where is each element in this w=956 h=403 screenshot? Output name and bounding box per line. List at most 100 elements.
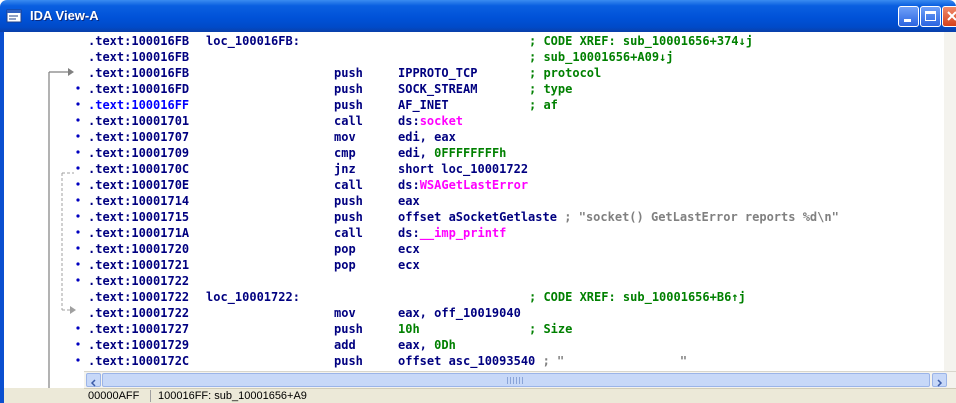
instruction-operand: ecx <box>398 258 420 272</box>
instruction-operand: ds: <box>398 178 420 192</box>
line-comment: ; protocol <box>529 66 602 80</box>
line-address: .text:1000170C <box>88 162 190 176</box>
listing-line[interactable]: .text:10001707 mov edi, eax <box>88 129 938 145</box>
instruction-operand: short loc_10001722 <box>398 162 529 176</box>
listing-line[interactable]: .text:100016FD push SOCK_STREAM ; type <box>88 81 938 97</box>
status-separator <box>150 390 151 402</box>
instruction-operand: ds: <box>398 226 420 240</box>
listing-line[interactable]: .text:100016FB loc_100016FB: ; CODE XREF: … <box>88 33 938 49</box>
ida-view-icon <box>6 8 22 24</box>
import-name[interactable]: socket <box>420 113 463 129</box>
line-address: .text:10001727 <box>88 322 190 336</box>
horizontal-scroll-thumb[interactable] <box>102 373 930 387</box>
close-icon <box>947 11 956 21</box>
listing-line[interactable]: .text:1000171A call ds: __imp_printf <box>88 225 938 241</box>
line-comment: ; CODE XREF: sub_10001656+374↓j <box>529 34 753 48</box>
window-title: IDA View-A <box>30 8 99 23</box>
import-name[interactable]: __imp_printf <box>420 225 507 241</box>
line-address: .text:10001707 <box>88 130 190 144</box>
line-address: .text:10001722 <box>88 274 190 288</box>
line-address: .text:10001720 <box>88 242 190 256</box>
listing-line[interactable]: .text:10001722 mov eax, off_10019040 <box>88 305 938 321</box>
instruction-mnemonic: jnz <box>334 162 356 176</box>
line-comment: ; type <box>529 82 573 96</box>
instruction-mnemonic: push <box>334 82 363 96</box>
line-address: .text:1000171A <box>88 226 190 240</box>
instruction-operand: SOCK_STREAM <box>398 82 478 96</box>
listing-line[interactable]: .text:10001727 push 10h ; Size <box>88 321 938 337</box>
line-address: .text:10001721 <box>88 258 190 272</box>
close-button[interactable] <box>942 6 956 27</box>
listing-line[interactable]: .text:10001715 push offset aSocketGetlaste… <box>88 209 938 225</box>
instruction-operand: ecx <box>398 242 420 256</box>
line-address: .text:10001714 <box>88 194 190 208</box>
line-address: .text:10001729 <box>88 338 190 352</box>
instruction-mnemonic: push <box>334 66 363 80</box>
line-address: .text:10001709 <box>88 146 190 160</box>
line-address: .text:100016FB <box>88 50 190 64</box>
listing-line[interactable]: .text:10001720 pop ecx <box>88 241 938 257</box>
instruction-mnemonic: pop <box>334 258 356 272</box>
code-label[interactable]: loc_100016FB: <box>206 33 300 49</box>
instruction-operand: edi, eax <box>398 130 456 144</box>
line-comment: ; af <box>529 98 558 112</box>
status-file-offset: 00000AFF <box>88 390 140 402</box>
line-address: .text:10001715 <box>88 210 190 224</box>
listing-line[interactable]: .text:10001709 cmp edi, 0FFFFFFFFh <box>88 145 938 161</box>
listing-line[interactable]: .text:1000170E call ds: WSAGetLastError <box>88 177 938 193</box>
grip-icon <box>507 377 525 384</box>
instruction-mnemonic: push <box>334 354 363 368</box>
line-address: .text:10001722 <box>88 290 190 304</box>
line-address: .text:100016FB <box>88 66 190 80</box>
instruction-mnemonic: push <box>334 210 363 224</box>
instruction-mnemonic: add <box>334 338 356 352</box>
instruction-mnemonic: cmp <box>334 146 356 160</box>
code-label[interactable]: loc_10001722: <box>206 289 300 305</box>
maximize-icon <box>925 11 936 21</box>
title-bar[interactable]: IDA View-A <box>0 0 956 32</box>
flow-arrows <box>48 68 80 388</box>
listing-line[interactable]: .text:10001729 add eax, 0Dh <box>88 337 938 353</box>
listing-line[interactable]: .text:10001722 <box>88 273 938 289</box>
instruction-mnemonic: pop <box>334 242 356 256</box>
listing-line[interactable]: .text:10001714 push eax <box>88 193 938 209</box>
disassembly-listing[interactable]: .text:100016FB loc_100016FB: ; CODE XREF: … <box>84 32 944 371</box>
status-location: 100016FF: sub_10001656+A9 <box>158 390 307 402</box>
instruction-operand: offset asc_10093540 <box>398 354 536 368</box>
line-address: .text:100016FD <box>88 82 190 96</box>
listing-line[interactable]: .text:10001701 call ds: socket <box>88 113 938 129</box>
instruction-operand: eax <box>398 194 420 208</box>
listing-line[interactable]: .text:10001722 loc_10001722: ; CODE XREF: … <box>88 289 938 305</box>
line-address: .text:10001722 <box>88 306 190 320</box>
listing-line[interactable]: .text:100016FF push AF_INET ; af <box>88 97 938 113</box>
instruction-operand: ds: <box>398 114 420 128</box>
listing-line[interactable]: .text:100016FB push IPPROTO_TCP ; protocol <box>88 65 938 81</box>
import-name[interactable]: WSAGetLastError <box>420 177 528 193</box>
listing-line[interactable]: .text:100016FB ; sub_10001656+A09↓j <box>88 49 938 65</box>
line-address: .text:100016FF <box>88 98 190 112</box>
instruction-operand: offset aSocketGetlaste <box>398 210 557 224</box>
line-comment: ; "socket() GetLastError reports %d\n" <box>564 210 839 224</box>
maximize-button[interactable] <box>920 6 941 27</box>
horizontal-scrollbar[interactable] <box>84 371 956 388</box>
listing-line[interactable]: .text:1000170C jnz short loc_10001722 <box>88 161 938 177</box>
instruction-mnemonic: push <box>334 194 363 208</box>
instruction-operand: eax, <box>398 338 435 352</box>
status-bar: 00000AFF 100016FF: sub_10001656+A9 <box>84 388 956 403</box>
ida-view-window: IDA View-A .text:100016FB loc_100016FB: … <box>0 0 956 403</box>
line-comment: ; " " <box>542 354 688 368</box>
instruction-operand: eax, off_10019040 <box>398 306 521 320</box>
instruction-mnemonic: call <box>334 226 363 240</box>
minimize-icon <box>904 19 911 22</box>
line-address: .text:1000172C <box>88 354 190 368</box>
minimize-button[interactable] <box>898 6 919 27</box>
numeric-operand: 0Dh <box>434 338 456 352</box>
numeric-operand: 10h <box>398 322 420 336</box>
instruction-mnemonic: call <box>334 178 363 192</box>
listing-line[interactable]: .text:10001721 pop ecx <box>88 257 938 273</box>
scroll-right-button[interactable] <box>932 373 947 387</box>
scroll-left-button[interactable] <box>86 373 101 387</box>
listing-line[interactable]: .text:1000172C push offset asc_10093540 ; "… <box>88 353 938 369</box>
instruction-mnemonic: mov <box>334 306 356 320</box>
vertical-scrollbar[interactable] <box>944 32 956 371</box>
